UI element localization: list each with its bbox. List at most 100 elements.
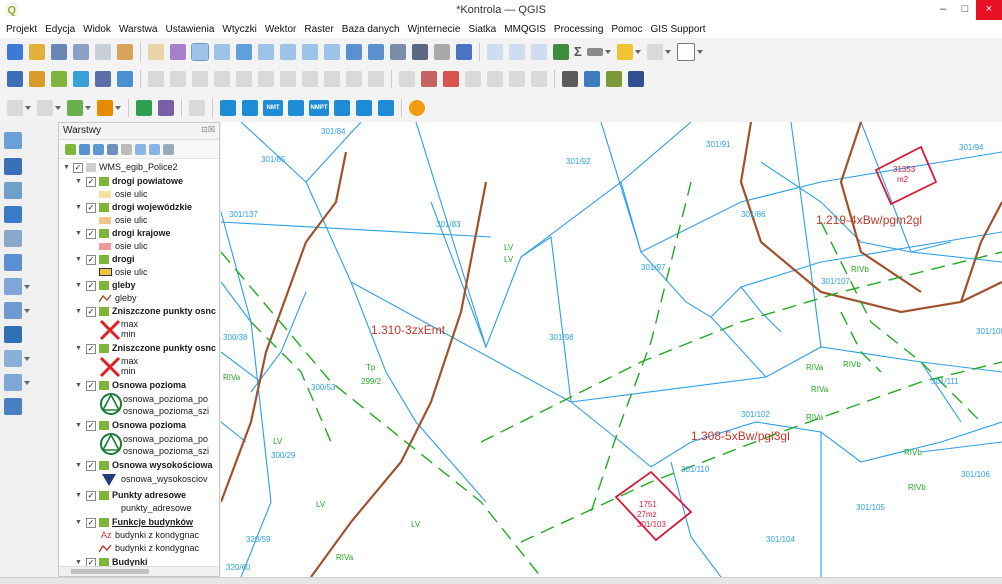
menu-baza-danych[interactable]: Baza danych	[338, 24, 404, 35]
layer-checkbox[interactable]: ✓	[86, 381, 96, 391]
menu-processing[interactable]: Processing	[550, 24, 607, 35]
layer-checkbox[interactable]: ✓	[86, 281, 96, 291]
add-spatialite-layer-icon[interactable]	[4, 254, 22, 271]
shape-digitizing-icon[interactable]	[97, 99, 113, 116]
new-geopackage-icon[interactable]	[4, 374, 22, 391]
open-project-icon[interactable]	[29, 43, 45, 60]
menu-gis-support[interactable]: GIS Support	[647, 24, 710, 35]
layer-checkbox[interactable]: ✓	[86, 203, 96, 213]
processing-toolbox-icon[interactable]	[136, 99, 152, 116]
save-as-icon[interactable]	[73, 43, 89, 60]
statistics-icon[interactable]	[531, 43, 547, 60]
filter-legend-icon[interactable]	[106, 143, 118, 155]
nmt-button[interactable]: NMT	[263, 99, 283, 116]
chevron-down-icon[interactable]	[24, 381, 30, 385]
layer-row[interactable]: ▼ ✓ Osnowa wysokościowa	[59, 459, 219, 472]
annotation-icon[interactable]	[586, 47, 603, 56]
attribute-table-icon[interactable]	[487, 43, 503, 60]
nmpt-button[interactable]: NMPT	[309, 99, 329, 116]
wms-grid-icon[interactable]	[220, 99, 236, 116]
add-wcs-layer-icon[interactable]	[4, 302, 22, 319]
collapse-arrow-icon[interactable]: ▼	[75, 516, 82, 529]
layer-row[interactable]: ▼ ✓ Funkcje budynków	[59, 516, 219, 529]
identify-icon[interactable]	[456, 43, 472, 60]
add-raster-icon[interactable]	[73, 70, 89, 87]
layer-row[interactable]: ▼ ✓ gleby	[59, 279, 219, 292]
zoom-out-icon[interactable]	[214, 43, 230, 60]
panel-float-close-icon[interactable]: ⊡☒	[201, 125, 215, 134]
layer-row[interactable]: ▼ ✓ drogi	[59, 253, 219, 266]
style-manager-icon[interactable]	[117, 43, 133, 60]
add-delimited-text-icon[interactable]	[4, 230, 22, 247]
pin-labels-icon[interactable]	[421, 70, 437, 87]
copy-features-icon[interactable]	[302, 70, 318, 87]
help-icon[interactable]	[628, 70, 644, 87]
menu-w-internecie[interactable]: Wjnternecie	[404, 24, 465, 35]
new-temporary-layer-icon[interactable]	[4, 398, 22, 415]
collapse-arrow-icon[interactable]: ▼	[75, 459, 82, 472]
menu-siatka[interactable]: Siatka	[464, 24, 500, 35]
wms-number-icon[interactable]	[378, 99, 394, 116]
close-button[interactable]: ×	[976, 0, 1002, 20]
cut-features-icon[interactable]	[280, 70, 296, 87]
menu-wtyczki[interactable]: Wtyczki	[218, 24, 260, 35]
menu-mmqgis[interactable]: MMQGIS	[500, 24, 550, 35]
undo-icon[interactable]	[346, 70, 362, 87]
add-feature-icon[interactable]	[214, 70, 230, 87]
delete-selected-icon[interactable]	[258, 70, 274, 87]
collapse-arrow-icon[interactable]: ▼	[75, 227, 82, 240]
layer-row[interactable]: ▼ ✓ Punkty adresowe	[59, 489, 219, 502]
snapping-icon[interactable]	[67, 99, 83, 116]
menu-raster[interactable]: Raster	[300, 24, 337, 35]
edit-pencil-icon[interactable]	[170, 70, 186, 87]
zoom-to-selection-icon[interactable]	[258, 43, 274, 60]
show-hide-labels-icon[interactable]	[443, 70, 459, 87]
georeferencer-icon[interactable]	[158, 99, 174, 116]
show-bookmarks-icon[interactable]	[368, 43, 384, 60]
label-tool-icon[interactable]	[399, 70, 415, 87]
wms-target-icon[interactable]	[242, 99, 258, 116]
layer-checkbox[interactable]: ✓	[86, 255, 96, 265]
metasearch-icon[interactable]	[606, 70, 622, 87]
layer-row[interactable]: ▼ ✓ drogi powiatowe	[59, 175, 219, 188]
chevron-down-icon[interactable]	[664, 49, 671, 54]
add-database-icon[interactable]	[95, 70, 111, 87]
collapse-arrow-icon[interactable]: ▼	[75, 419, 82, 432]
expand-all-icon[interactable]	[134, 143, 146, 155]
add-wms-icon[interactable]	[117, 70, 133, 87]
temporal-icon[interactable]	[412, 43, 428, 60]
new-project-icon[interactable]	[7, 43, 23, 60]
measure-line-icon[interactable]	[189, 99, 205, 116]
open-layer-styling-icon[interactable]	[64, 143, 76, 155]
collapse-arrow-icon[interactable]: ▼	[75, 279, 82, 292]
add-vector-icon[interactable]	[51, 70, 67, 87]
collapse-arrow-icon[interactable]: ▼	[75, 342, 82, 355]
refresh-icon[interactable]	[390, 43, 406, 60]
chevron-down-icon[interactable]	[24, 309, 30, 313]
chevron-down-icon[interactable]	[115, 105, 121, 110]
wms-layers-icon[interactable]	[288, 99, 304, 116]
collapse-all-icon[interactable]	[148, 143, 160, 155]
layer-checkbox[interactable]: ✓	[73, 163, 83, 173]
layer-group-row[interactable]: ▼ ✓ WMS_egib_Police2	[59, 161, 219, 174]
scrollbar-thumb[interactable]	[71, 569, 149, 574]
wms-squares-icon[interactable]	[334, 99, 350, 116]
zoom-full-icon[interactable]	[236, 43, 252, 60]
measure-icon[interactable]	[553, 43, 569, 60]
chevron-down-icon[interactable]	[634, 49, 641, 54]
maximize-button[interactable]: □	[954, 0, 976, 20]
add-raster-layer-icon[interactable]	[4, 158, 22, 175]
layer-checkbox[interactable]: ✓	[86, 518, 96, 528]
menu-ustawienia[interactable]: Ustawienia	[161, 24, 218, 35]
collapse-arrow-icon[interactable]: ▼	[75, 175, 82, 188]
chevron-down-icon[interactable]	[25, 105, 31, 110]
data-source-manager-icon[interactable]	[7, 70, 23, 87]
rotate-label-icon[interactable]	[487, 70, 503, 87]
menu-pomoc[interactable]: Pomoc	[607, 24, 646, 35]
save-edits-icon[interactable]	[192, 70, 208, 87]
warning-icon[interactable]	[409, 99, 425, 116]
vertex-tool-icon[interactable]	[236, 70, 252, 87]
change-label-icon[interactable]	[509, 70, 525, 87]
horizontal-scrollbar[interactable]	[59, 566, 219, 576]
layer-checkbox[interactable]: ✓	[86, 461, 96, 471]
